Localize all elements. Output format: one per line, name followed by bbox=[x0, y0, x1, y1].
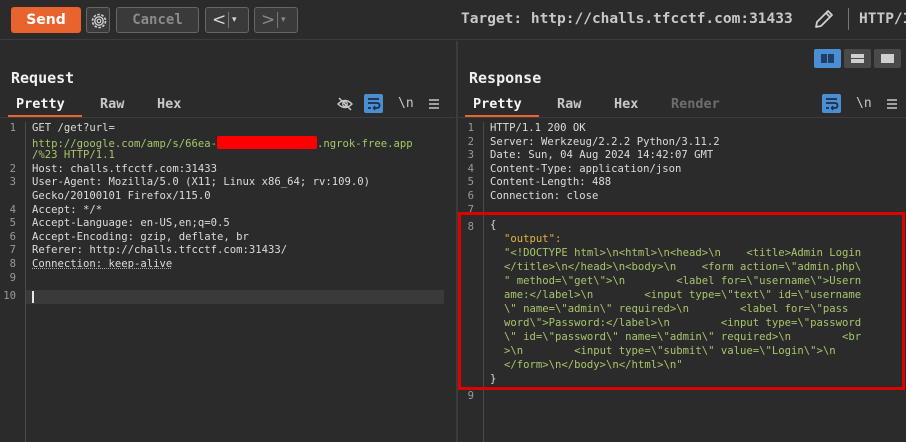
cancel-button[interactable]: Cancel bbox=[116, 7, 199, 33]
button-separator bbox=[228, 12, 229, 28]
header-date: Date: Sun, 04 Aug 2024 14:42:07 GMT bbox=[490, 149, 714, 162]
gutter-divider bbox=[25, 122, 26, 442]
line-number: 3 bbox=[467, 149, 474, 162]
line-number: 1 bbox=[9, 122, 16, 134]
line-number: 10 bbox=[3, 290, 16, 302]
newline-toggle[interactable]: \n bbox=[856, 95, 872, 113]
line-number: 6 bbox=[9, 230, 16, 243]
layout-single-button[interactable] bbox=[874, 49, 901, 68]
menu-icon[interactable] bbox=[886, 95, 898, 113]
layout-rows-button[interactable] bbox=[844, 49, 871, 68]
line-number: 2 bbox=[467, 135, 474, 148]
menu-icon[interactable] bbox=[428, 95, 440, 113]
gear-icon bbox=[91, 13, 107, 29]
tab-bar-divider bbox=[458, 117, 906, 118]
response-title: Response bbox=[469, 69, 542, 87]
header-accept-language: Accept-Language: en-US,en;q=0.5 bbox=[32, 217, 230, 230]
line-number: 1 bbox=[467, 122, 474, 134]
header-content-length: Content-Length: 488 bbox=[490, 176, 612, 189]
header-user-agent-cont: Gecko/20100101 Firefox/115.0 bbox=[32, 190, 211, 202]
wrap-icon bbox=[368, 98, 381, 111]
line-number: 5 bbox=[467, 176, 474, 189]
wrap-toggle-button[interactable] bbox=[364, 94, 383, 113]
line-number: 4 bbox=[9, 203, 16, 216]
response-tab-pretty[interactable]: Pretty bbox=[473, 95, 522, 113]
line-number: 3 bbox=[9, 176, 16, 189]
header-user-agent: User-Agent: Mozilla/5.0 (X11; Linux x86_… bbox=[32, 176, 371, 189]
forward-arrow-icon: > bbox=[261, 10, 276, 30]
request-editor[interactable]: 1 GET /get?url= http://google.com/amp/s/… bbox=[0, 122, 455, 442]
line-number: 6 bbox=[467, 190, 474, 202]
header-content-type: Content-Type: application/json bbox=[490, 162, 682, 175]
pencil-icon[interactable] bbox=[812, 7, 836, 31]
status-line: HTTP/1.1 200 OK bbox=[490, 122, 586, 134]
layout-rows-icon bbox=[851, 54, 864, 63]
tab-bar-divider bbox=[0, 117, 455, 118]
chevron-down-icon[interactable]: ▾ bbox=[281, 12, 286, 28]
button-separator bbox=[277, 12, 278, 28]
back-button[interactable]: < ▾ bbox=[205, 7, 249, 33]
request-tab-pretty[interactable]: Pretty bbox=[16, 95, 65, 113]
wrap-icon bbox=[826, 98, 839, 111]
request-line: GET /get?url= bbox=[32, 122, 115, 134]
url-segment: /%23 HTTP/1.1 bbox=[32, 149, 115, 162]
layout-split-button[interactable] bbox=[814, 49, 841, 68]
layout-single-icon bbox=[881, 54, 894, 63]
settings-button[interactable] bbox=[86, 7, 110, 33]
response-tab-hex[interactable]: Hex bbox=[614, 95, 638, 113]
toolbar: Send Cancel < ▾ > ▾ Target: http://chall… bbox=[0, 0, 906, 40]
line-number: 7 bbox=[9, 244, 16, 257]
toolbar-divider bbox=[848, 8, 849, 30]
header-server: Server: Werkzeug/2.2.2 Python/3.11.2 bbox=[490, 135, 720, 148]
send-button[interactable]: Send bbox=[11, 7, 81, 33]
line-number: 9 bbox=[467, 390, 474, 402]
current-line-highlight bbox=[26, 290, 444, 304]
protocol-label[interactable]: HTTP/1 bbox=[859, 8, 906, 30]
line-number: 5 bbox=[9, 217, 16, 230]
chevron-down-icon[interactable]: ▾ bbox=[232, 12, 237, 28]
layout-split-icon bbox=[821, 54, 834, 63]
highlight-annotation-box bbox=[458, 212, 905, 390]
newline-toggle[interactable]: \n bbox=[398, 95, 414, 113]
url-segment: .ngrok-free.app bbox=[316, 137, 413, 150]
redaction-bar bbox=[216, 135, 317, 149]
header-accept: Accept: */* bbox=[32, 203, 103, 216]
target-label: Target: http://challs.tfcctf.com:31433 bbox=[461, 11, 793, 27]
request-line: /%23 HTTP/1.1 bbox=[32, 149, 115, 163]
line-number: 8 bbox=[9, 258, 16, 270]
line-number: 4 bbox=[467, 162, 474, 175]
eye-slash-icon[interactable] bbox=[336, 95, 354, 113]
request-tab-hex[interactable]: Hex bbox=[157, 95, 181, 113]
header-referer: Referer: http://challs.tfcctf.com:31433/ bbox=[32, 244, 288, 257]
request-title: Request bbox=[11, 69, 75, 87]
header-connection: Connection: close bbox=[490, 190, 599, 202]
back-arrow-icon: < bbox=[212, 10, 227, 30]
header-host: Host: challs.tfcctf.com:31433 bbox=[32, 162, 217, 175]
line-number: 2 bbox=[9, 162, 16, 175]
request-tab-raw[interactable]: Raw bbox=[100, 95, 124, 113]
line-number: 9 bbox=[9, 271, 16, 284]
response-tab-render[interactable]: Render bbox=[671, 95, 720, 113]
wrap-toggle-button[interactable] bbox=[822, 94, 841, 113]
response-tab-raw[interactable]: Raw bbox=[557, 95, 581, 113]
url-segment: http://google.com/amp/s/66ea- bbox=[32, 137, 217, 150]
header-accept-encoding: Accept-Encoding: gzip, deflate, br bbox=[32, 230, 249, 243]
forward-button[interactable]: > ▾ bbox=[254, 7, 298, 33]
text-cursor bbox=[32, 291, 34, 303]
header-connection: Connection: keep-alive bbox=[32, 258, 173, 270]
